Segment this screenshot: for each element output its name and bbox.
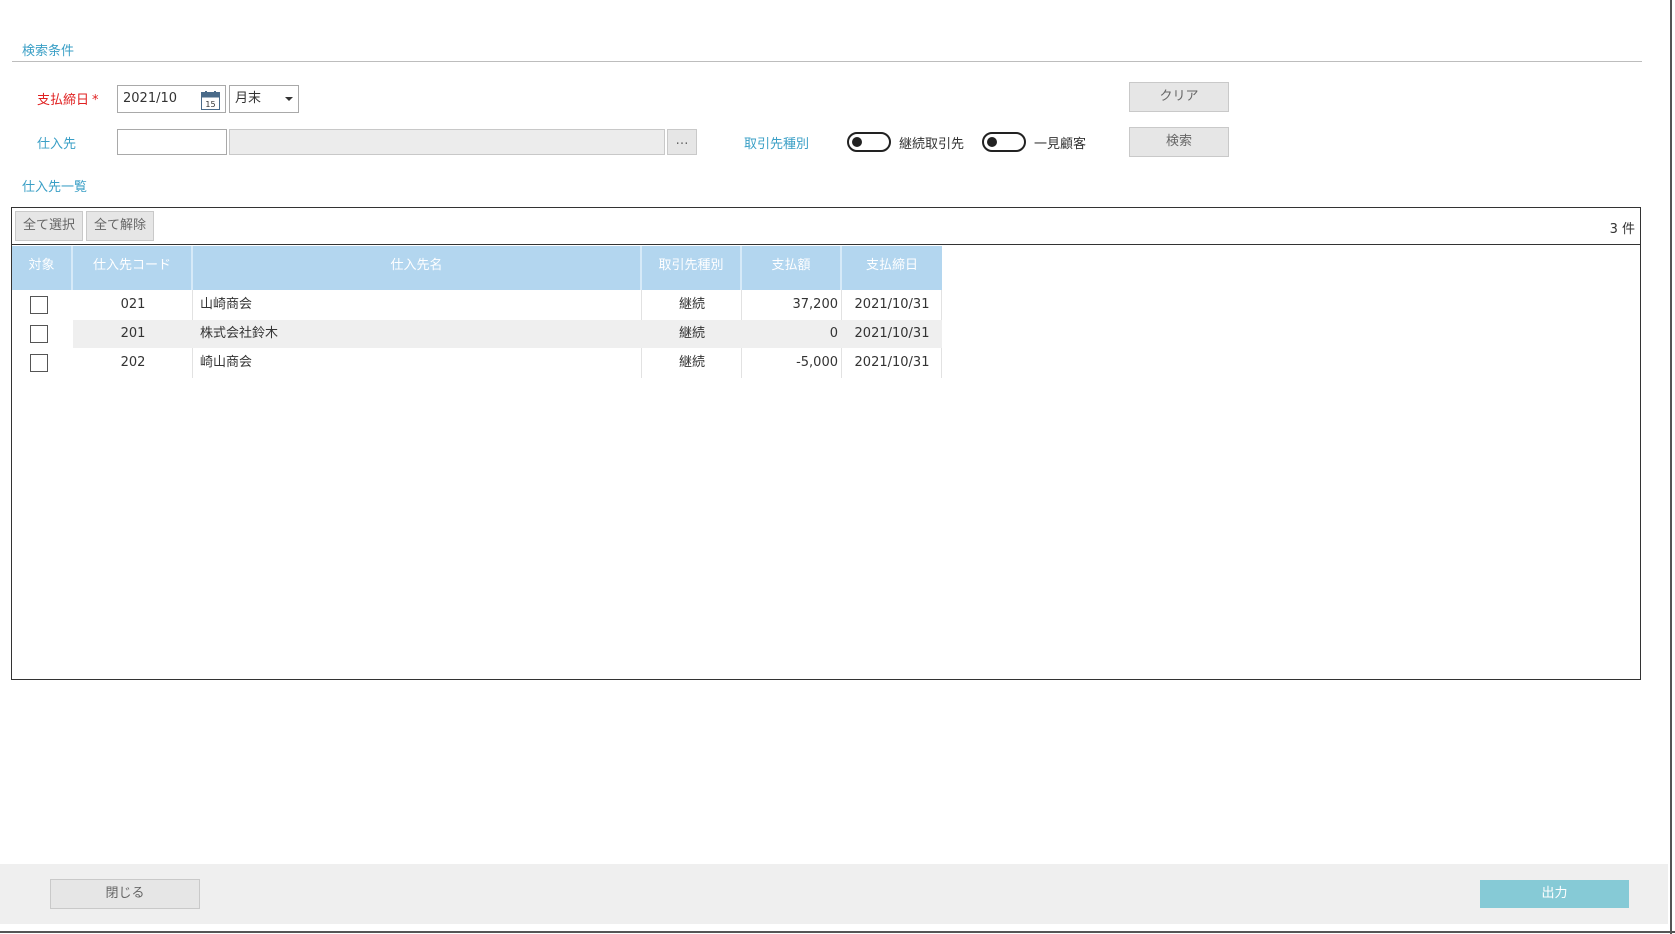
column-header-amount[interactable]: 支払額 (742, 246, 842, 290)
pay-close-label: 支払締日 * (37, 89, 99, 108)
table-row[interactable]: 021 山崎商会 継続 37,200 2021/10/31 (12, 290, 942, 320)
period-select[interactable]: 月末 (229, 85, 299, 113)
cell-code: 201 (120, 326, 146, 341)
required-mark: * (92, 93, 99, 108)
footer-bar (0, 864, 1668, 924)
period-select-value: 月末 (235, 91, 262, 106)
record-count-value: 3 (1609, 222, 1618, 237)
pay-close-label-text: 支払締日 (37, 93, 90, 108)
window-right-edge (1670, 0, 1672, 934)
search-section-divider (12, 61, 1642, 62)
search-button[interactable]: 検索 (1129, 127, 1229, 157)
select-all-button[interactable]: 全て選択 (15, 211, 83, 241)
toggle-continuous[interactable] (847, 132, 891, 152)
supplier-code-input[interactable] (117, 129, 227, 155)
calendar-icon-day: 15 (205, 100, 215, 109)
toggle-oneoff-label: 一見顧客 (1034, 137, 1087, 152)
close-button[interactable]: 閉じる (50, 879, 200, 909)
table-row[interactable]: 202 崎山商会 継続 -5,000 2021/10/31 (12, 348, 942, 378)
grid-toolbar: 全て選択 全て解除 3 件 (12, 208, 1640, 245)
supplier-grid: 全て選択 全て解除 3 件 対象 仕入先コード 仕入先名 取引先種別 支払額 支… (11, 207, 1641, 680)
column-header-code[interactable]: 仕入先コード (73, 246, 193, 290)
window-bottom-edge (0, 931, 1675, 933)
cell-date: 2021/10/31 (854, 297, 930, 312)
cell-type: 継続 (678, 326, 705, 341)
cell-code: 021 (120, 297, 146, 312)
column-header-name[interactable]: 仕入先名 (193, 246, 642, 290)
row-checkbox[interactable] (30, 296, 48, 314)
deselect-all-button[interactable]: 全て解除 (86, 211, 154, 241)
column-header-date[interactable]: 支払締日 (842, 246, 942, 290)
cell-date: 2021/10/31 (854, 326, 930, 341)
toggle-oneoff[interactable] (982, 132, 1026, 152)
cell-name: 山崎商会 (200, 297, 253, 312)
partner-type-label: 取引先種別 (744, 137, 810, 152)
grid-header: 対象 仕入先コード 仕入先名 取引先種別 支払額 支払締日 (12, 246, 942, 290)
cell-code: 202 (120, 355, 146, 370)
record-count: 3 件 (1610, 218, 1635, 237)
output-button[interactable]: 出力 (1480, 880, 1629, 908)
cell-amount: 37,200 (792, 297, 839, 312)
column-header-type[interactable]: 取引先種別 (642, 246, 742, 290)
cell-name: 崎山商会 (200, 355, 253, 370)
list-section-title: 仕入先一覧 (22, 180, 88, 195)
record-count-unit: 件 (1621, 222, 1635, 237)
clear-button[interactable]: クリア (1129, 82, 1229, 112)
pay-close-date-value: 2021/10 (123, 91, 178, 106)
cell-type: 継続 (678, 297, 705, 312)
column-header-target[interactable]: 対象 (12, 246, 73, 290)
cell-type: 継続 (678, 355, 705, 370)
table-row[interactable]: 201 株式会社鈴木 継続 0 2021/10/31 (12, 320, 942, 348)
toggle-continuous-label: 継続取引先 (899, 137, 965, 152)
calendar-icon[interactable]: 15 (201, 91, 220, 110)
cell-amount: 0 (829, 326, 838, 341)
cell-name: 株式会社鈴木 (200, 326, 279, 341)
toggle-knob-icon (852, 137, 862, 147)
row-checkbox[interactable] (30, 354, 48, 372)
supplier-name-field (229, 129, 665, 155)
row-checkbox[interactable] (30, 325, 48, 343)
chevron-down-icon (285, 97, 293, 101)
toggle-knob-icon (987, 137, 997, 147)
supplier-label: 仕入先 (37, 137, 77, 152)
cell-date: 2021/10/31 (854, 355, 930, 370)
supplier-lookup-button[interactable]: … (667, 129, 697, 155)
search-section-title: 検索条件 (22, 44, 75, 59)
cell-amount: -5,000 (796, 355, 838, 370)
